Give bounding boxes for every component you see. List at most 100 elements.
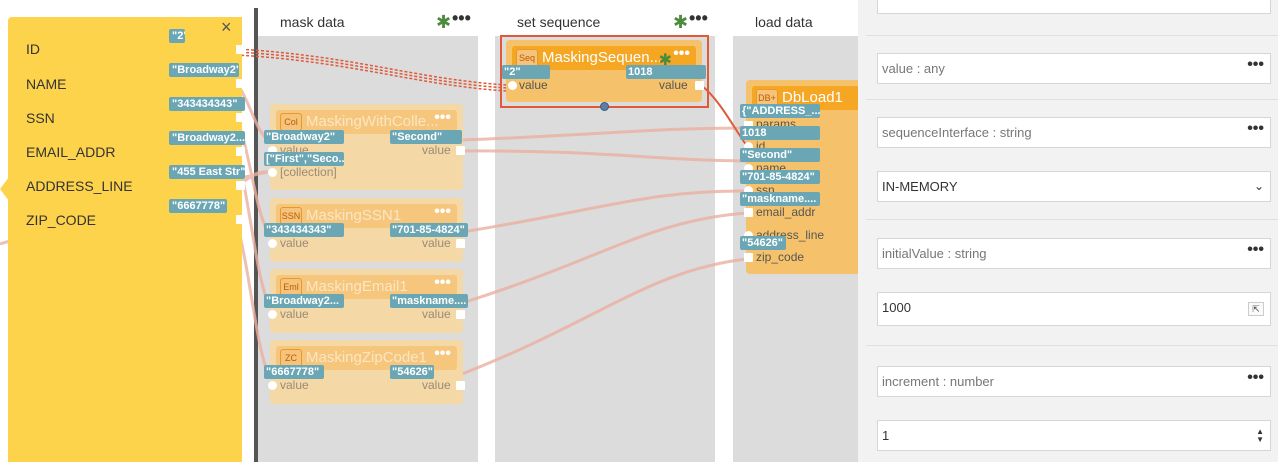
node-title: MaskingZipCode1 [306, 349, 427, 366]
value-tag: "maskname.... [740, 192, 820, 206]
value-tag: "701-85-4824" [390, 223, 468, 237]
node-title: MaskingSSN1 [306, 207, 402, 224]
output-port[interactable] [456, 146, 465, 155]
port-label: zip_code [756, 250, 805, 264]
field-label: increment : number [882, 374, 994, 389]
output-port[interactable] [236, 147, 245, 156]
close-icon[interactable]: × [221, 17, 232, 38]
more-icon[interactable]: ••• [434, 345, 451, 363]
value-tag: "Broadway2... [264, 294, 344, 308]
source-panel[interactable]: × ID NAME SSN EMAIL_ADDR ADDRESS_LINE ZI… [0, 17, 245, 462]
value-tag: "343434343" [169, 97, 245, 111]
spinner-icon[interactable]: ▲ ▼ [1256, 428, 1264, 444]
output-port[interactable] [456, 381, 465, 390]
port-label: value [422, 236, 451, 250]
field-label: SSN [26, 110, 55, 126]
output-port[interactable] [236, 113, 245, 122]
field-label: ADDRESS_LINE [26, 178, 133, 194]
masking-zipcode-node[interactable]: ZC MaskingZipCode1 ••• "6667778" "54626"… [264, 340, 465, 404]
value-tag: "54626" [740, 236, 786, 250]
more-icon[interactable]: ••• [434, 203, 451, 221]
top-field[interactable] [877, 0, 1271, 14]
masking-email-node[interactable]: Eml MaskingEmail1 ••• "Broadway2... "mas… [264, 269, 468, 333]
output-port[interactable] [236, 181, 245, 190]
input-port[interactable] [744, 208, 753, 217]
port-label: value [280, 378, 309, 392]
value-tag: {"ADDRESS_... [740, 104, 820, 118]
port-label: value [519, 78, 548, 92]
output-port[interactable] [456, 310, 465, 319]
input-port[interactable] [268, 381, 277, 390]
output-port[interactable] [236, 215, 245, 224]
port-label: email_addr [756, 205, 816, 219]
value-tag: ["First","Seco... [264, 152, 344, 166]
value-tag: "Broadway2... [169, 131, 245, 145]
port-label: value [280, 236, 309, 250]
more-icon[interactable]: ••• [1247, 50, 1264, 79]
db-load-node[interactable]: DB+ DbLoad1 {"ADDRESS_... params 1018 id… [740, 80, 858, 274]
port-label: value [280, 307, 309, 321]
value-tag: "Second" [390, 130, 462, 144]
value-tag: 1018 [626, 65, 706, 79]
increment-input[interactable]: 1 ▲ ▼ [877, 420, 1271, 451]
field-label: NAME [26, 76, 67, 92]
input-value: 1 [882, 428, 890, 443]
field-label: ID [26, 41, 40, 57]
more-icon[interactable]: ••• [673, 45, 690, 63]
initial-value-label-field[interactable]: initialValue : string ••• [877, 238, 1271, 269]
initial-value-input[interactable]: 1000 ⇱ [877, 292, 1271, 326]
output-port[interactable] [236, 45, 245, 54]
port-label: value [422, 307, 451, 321]
field-label: sequenceInterface : string [882, 125, 1032, 140]
output-port[interactable] [456, 239, 465, 248]
flow-canvas[interactable]: mask data ✱ ••• set sequence ✱ ••• load … [0, 0, 858, 462]
field-label: initialValue : string [882, 246, 987, 261]
input-port[interactable] [744, 253, 753, 262]
value-tag: "Broadway2" [169, 63, 239, 77]
more-icon[interactable]: ••• [1247, 235, 1264, 264]
more-icon[interactable]: ••• [434, 274, 451, 292]
masking-ssn-node[interactable]: SSN MaskingSSN1 ••• "343434343" "701-85-… [264, 198, 468, 262]
more-icon[interactable]: ••• [1247, 363, 1264, 392]
value-tag: "2" [502, 65, 550, 79]
more-icon[interactable]: ••• [1247, 114, 1264, 143]
input-value: 1000 [882, 300, 911, 315]
value-tag: "2" [169, 29, 185, 43]
port-label: value [422, 143, 451, 157]
value-tag: 1018 [740, 126, 820, 140]
value-tag: "maskname.... [390, 294, 468, 308]
value-tag: "54626" [390, 365, 434, 379]
node-title: MaskingWithColle... [306, 113, 439, 130]
value-field[interactable]: value : any ••• [877, 53, 1271, 84]
chevron-down-icon[interactable]: ⌄ [1254, 172, 1264, 201]
panel-notch [0, 177, 9, 201]
value-tag: "6667778" [264, 365, 324, 379]
field-label: value : any [882, 61, 945, 76]
expand-icon[interactable]: ⇱ [1248, 302, 1264, 316]
output-port[interactable] [236, 79, 245, 88]
sequence-interface-field[interactable]: sequenceInterface : string ••• [877, 117, 1271, 148]
value-tag: "455 East Str" [169, 165, 245, 179]
port-label: value [659, 78, 688, 92]
node-badge: Col [280, 113, 302, 131]
value-tag: "343434343" [264, 223, 344, 237]
input-port[interactable] [268, 310, 277, 319]
input-port[interactable] [268, 239, 277, 248]
port-label: value [422, 378, 451, 392]
port-label: [collection] [280, 165, 337, 179]
output-port[interactable] [695, 81, 704, 90]
masking-collection-node[interactable]: Col MaskingWithColle... ••• "Broadway2" … [264, 104, 465, 190]
input-port[interactable] [268, 168, 277, 177]
value-tag: "6667778" [169, 199, 227, 213]
select-value: IN-MEMORY [882, 179, 958, 194]
value-tag: "701-85-4824" [740, 170, 820, 184]
value-tag: "Broadway2" [264, 130, 344, 144]
masking-sequence-node[interactable]: Seq MaskingSequen... ✱ ••• "2" 1018 valu… [502, 40, 706, 102]
node-title: MaskingSequen... [542, 49, 663, 66]
sequence-interface-select[interactable]: IN-MEMORY ⌄ [877, 171, 1271, 202]
more-icon[interactable]: ••• [434, 109, 451, 127]
field-label: ZIP_CODE [26, 212, 97, 228]
increment-label-field[interactable]: increment : number ••• [877, 366, 1271, 397]
input-port[interactable] [508, 81, 517, 90]
resize-handle[interactable] [600, 102, 609, 111]
